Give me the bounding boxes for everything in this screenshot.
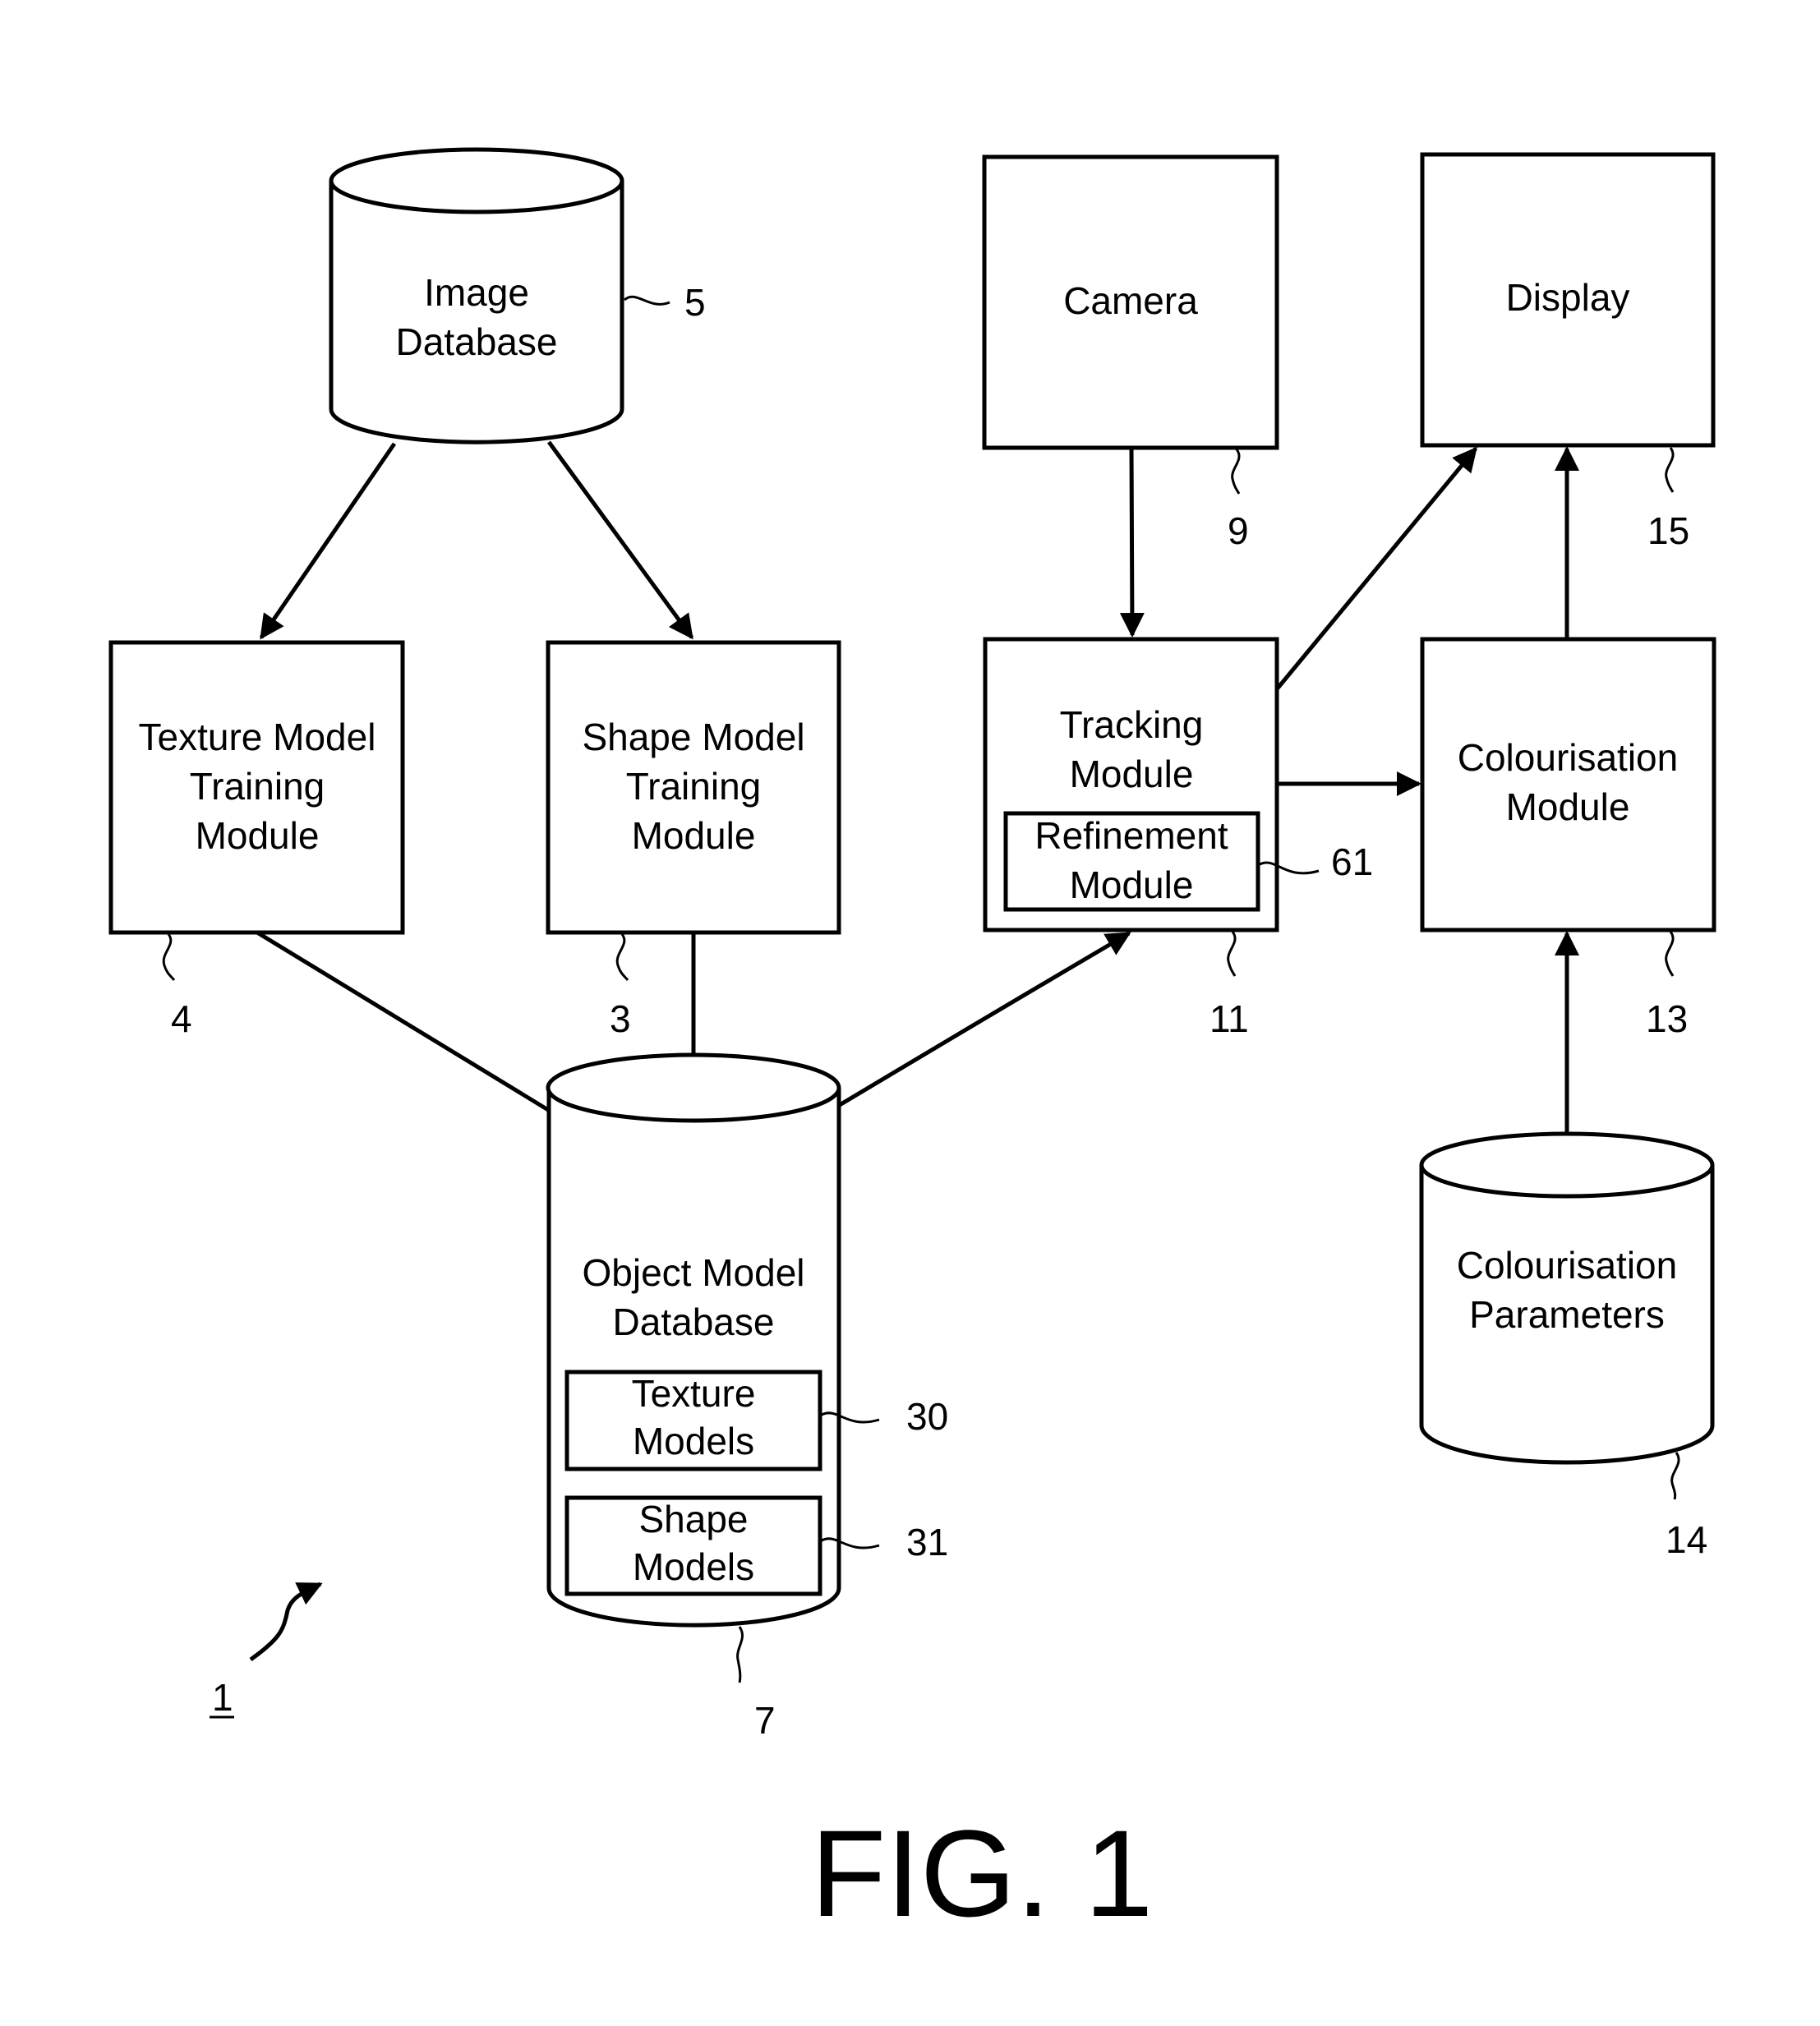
- ref-squiggle-7: [736, 1626, 744, 1683]
- system-ref-arrow: [249, 1582, 323, 1662]
- tracking-module[interactable]: Tracking Module Refinement Module: [983, 637, 1279, 932]
- ref-label-31: 31: [906, 1521, 948, 1563]
- edge-image-db-to-shape-training: [546, 440, 694, 640]
- texture-training-label-1: Texture Model: [139, 716, 376, 758]
- ref-squiggle-5: [624, 295, 670, 306]
- cylinder-top: [329, 147, 624, 214]
- tracking-label-1: Tracking: [1060, 703, 1204, 746]
- camera-label: Camera: [1063, 279, 1198, 322]
- ref-squiggle-13: [1665, 931, 1675, 977]
- texture-training-label-2: Training: [190, 765, 325, 808]
- colourisation-box: [1420, 637, 1716, 932]
- colourisation-params-label-1: Colourisation: [1457, 1244, 1677, 1287]
- ref-squiggle-9: [1231, 449, 1241, 495]
- shape-models-label-2: Models: [633, 1545, 754, 1588]
- ref-label-7: 7: [754, 1699, 776, 1742]
- colourisation-parameters[interactable]: Colourisation Parameters: [1419, 1131, 1715, 1465]
- edges: [256, 440, 1579, 1138]
- colourisation-module[interactable]: Colourisation Module: [1420, 637, 1716, 932]
- ref-squiggle-15: [1665, 447, 1675, 493]
- shape-models-label-1: Shape: [638, 1498, 748, 1540]
- camera[interactable]: Camera: [982, 154, 1279, 450]
- colourisation-params-label-2: Parameters: [1469, 1293, 1665, 1336]
- display-label: Display: [1506, 276, 1630, 319]
- object-model-database[interactable]: Object Model Database Texture Models Sha…: [546, 1052, 841, 1628]
- refinement-module[interactable]: Refinement Module: [1003, 811, 1260, 912]
- shape-model-training-module[interactable]: Shape Model Training Module: [546, 640, 841, 935]
- ref-label-30: 30: [906, 1395, 948, 1438]
- ref-label-9: 9: [1228, 509, 1249, 552]
- ref-label-15: 15: [1647, 509, 1689, 552]
- refinement-label-1: Refinement: [1034, 814, 1228, 857]
- image-database-label-2: Database: [396, 320, 558, 363]
- ref-squiggle-11: [1227, 931, 1237, 977]
- edge-image-db-to-texture-training: [259, 442, 397, 640]
- ref-squiggle-3: [615, 933, 629, 981]
- system-ref-label: 1: [212, 1676, 233, 1719]
- texture-model-training-module[interactable]: Texture Model Training Module: [108, 640, 405, 935]
- ref-squiggle-4: [162, 933, 176, 981]
- colourisation-label-2: Module: [1506, 785, 1630, 828]
- edge-camera-to-tracking: [1119, 447, 1145, 638]
- shape-models[interactable]: Shape Models: [564, 1495, 822, 1596]
- texture-training-label-3: Module: [196, 814, 320, 857]
- ref-label-61: 61: [1331, 840, 1373, 883]
- display[interactable]: Display: [1420, 152, 1716, 448]
- cylinder-top: [1419, 1131, 1715, 1199]
- ref-label-13: 13: [1646, 997, 1688, 1040]
- ref-label-5: 5: [684, 281, 706, 324]
- object-db-label-2: Database: [613, 1301, 775, 1343]
- colourisation-label-1: Colourisation: [1458, 736, 1678, 779]
- shape-training-label-2: Training: [626, 765, 761, 808]
- object-db-label-1: Object Model: [582, 1251, 804, 1294]
- figure-title: FIG. 1: [811, 1804, 1154, 1942]
- ref-label-4: 4: [171, 997, 192, 1040]
- refinement-label-2: Module: [1070, 863, 1194, 906]
- ref-label-11: 11: [1209, 997, 1249, 1040]
- image-database[interactable]: Image Database: [329, 147, 624, 444]
- system-diagram: Image Database 5 Texture Model Training …: [108, 147, 1716, 1942]
- ref-label-3: 3: [610, 997, 631, 1040]
- texture-models-label-2: Models: [633, 1420, 754, 1462]
- image-database-label-1: Image: [424, 271, 529, 314]
- cylinder-top: [546, 1052, 841, 1123]
- ref-label-14: 14: [1666, 1518, 1707, 1561]
- texture-models[interactable]: Texture Models: [564, 1370, 822, 1471]
- shape-training-label-1: Shape Model: [582, 716, 804, 758]
- shape-training-label-3: Module: [632, 814, 756, 857]
- edge-texture-training-to-object-db: [256, 930, 592, 1138]
- tracking-label-2: Module: [1070, 753, 1194, 795]
- texture-models-label-1: Texture: [632, 1372, 756, 1415]
- ref-squiggle-14: [1670, 1452, 1680, 1500]
